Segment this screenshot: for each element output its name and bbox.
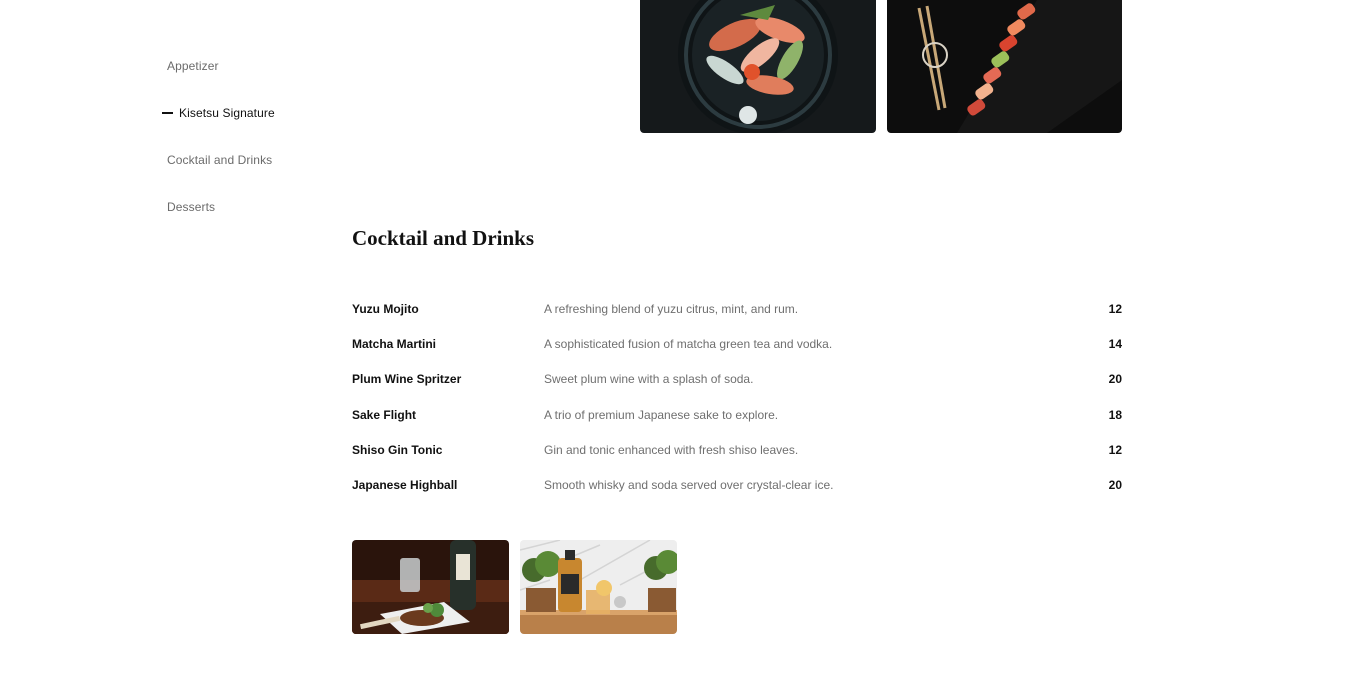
sushi-platter-photo	[887, 0, 1122, 133]
menu-item: Plum Wine Spritzer Sweet plum wine with …	[352, 370, 1122, 405]
menu-category-nav: Appetizer Kisetsu Signature Cocktail and…	[0, 0, 320, 694]
active-indicator-icon	[162, 112, 173, 114]
sashimi-bowl-photo	[640, 0, 876, 133]
menu-item-price: 20	[1108, 477, 1122, 492]
menu-item-price: 18	[1108, 407, 1122, 422]
menu-item: Yuzu Mojito A refreshing blend of yuzu c…	[352, 300, 1122, 335]
menu-item: Sake Flight A trio of premium Japanese s…	[352, 406, 1122, 441]
menu-item: Shiso Gin Tonic Gin and tonic enhanced w…	[352, 441, 1122, 476]
menu-item-price: 12	[1108, 302, 1122, 316]
menu-item-name: Matcha Martini	[352, 337, 437, 352]
menu-item-name: Yuzu Mojito	[352, 302, 419, 316]
sake-and-yakitori-photo	[352, 540, 509, 634]
nav-item-label: Desserts	[167, 200, 216, 214]
nav-item-appetizer[interactable]: Appetizer	[167, 59, 219, 73]
menu-item-name: Plum Wine Spritzer	[352, 372, 462, 387]
menu-item-description: A sophisticated fusion of matcha green t…	[544, 337, 833, 352]
menu-item-price: 14	[1108, 337, 1122, 352]
nav-item-label: Kisetsu Signature	[179, 106, 275, 120]
menu-item: Japanese Highball Smooth whisky and soda…	[352, 476, 1122, 511]
menu-item-description: Smooth whisky and soda served over cryst…	[544, 477, 834, 492]
menu-item-price: 12	[1108, 442, 1122, 457]
menu-item-description: Sweet plum wine with a splash of soda.	[544, 372, 754, 387]
menu-item-description: Gin and tonic enhanced with fresh shiso …	[544, 442, 799, 457]
nav-item-cocktail-and-drinks[interactable]: Cocktail and Drinks	[167, 153, 272, 167]
menu-item-name: Japanese Highball	[352, 477, 458, 492]
nav-item-label: Cocktail and Drinks	[167, 153, 273, 167]
menu-item-description: A refreshing blend of yuzu citrus, mint,…	[544, 302, 799, 316]
drinks-menu-list: Yuzu Mojito A refreshing blend of yuzu c…	[352, 300, 1122, 511]
menu-item-name: Shiso Gin Tonic	[352, 442, 443, 457]
section-title: Cocktail and Drinks	[352, 226, 535, 250]
menu-item-price: 20	[1108, 372, 1122, 387]
nav-item-desserts[interactable]: Desserts	[167, 200, 215, 214]
menu-item: Matcha Martini A sophisticated fusion of…	[352, 335, 1122, 370]
menu-item-name: Sake Flight	[352, 407, 417, 422]
nav-item-kisetsu-signature[interactable]: Kisetsu Signature	[162, 106, 275, 120]
whisky-highball-photo	[520, 540, 677, 634]
menu-item-description: A trio of premium Japanese sake to explo…	[544, 407, 779, 422]
nav-item-label: Appetizer	[167, 59, 219, 73]
